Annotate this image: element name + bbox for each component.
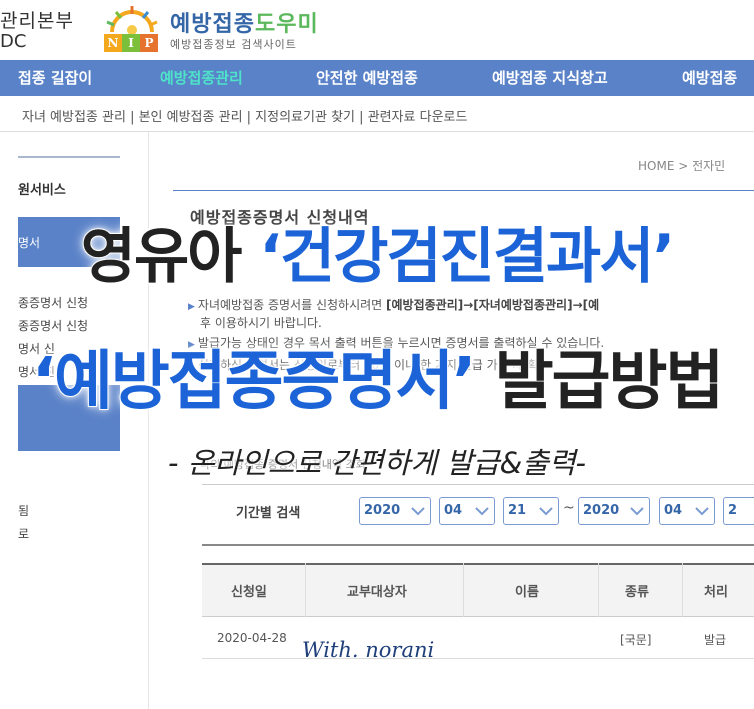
headline-line-2-highlight: ‘예방접종증명서’ (31, 344, 478, 420)
table-row-date: 2020-04-28 (217, 631, 287, 645)
nav-item-vaccination-management[interactable]: 예방접종관리 (160, 60, 243, 96)
column-divider (305, 563, 306, 617)
column-header-recipient[interactable]: 교부대상자 (347, 581, 407, 600)
column-header-date[interactable]: 신청일 (231, 581, 267, 600)
chevron-down-icon (630, 507, 644, 516)
filter-label: 기간별 검색 (236, 506, 301, 521)
triangle-bullet-icon: ▶ (188, 302, 195, 312)
nip-letter-p: P (140, 34, 158, 52)
sub-nav-links[interactable]: 자녀 예방접종 관리 | 본인 예방접종 관리 | 지정의료기관 찾기 | 관련… (22, 106, 467, 125)
from-month-value: 04 (444, 503, 463, 518)
breadcrumb[interactable]: HOME > 전자민 (638, 157, 725, 174)
headline-subtitle: - 온라인으로 간편하게 발급&출력- (167, 446, 587, 480)
chevron-down-icon (695, 507, 709, 516)
to-month-value: 04 (664, 503, 683, 518)
date-range-separator: ~ (563, 500, 575, 516)
from-year-value: 2020 (364, 503, 401, 518)
table-header (202, 563, 754, 617)
notice-bold-1: [예방접종관리]→[자녀예방접종관리]→[예 (386, 298, 600, 312)
main-divider (173, 190, 754, 191)
sidebar-mini-2[interactable]: 로 (18, 525, 29, 542)
agency-code: DC (0, 31, 27, 52)
column-header-name[interactable]: 이름 (515, 581, 539, 600)
site-title[interactable]: 예방접종도우미 (170, 6, 319, 38)
nav-item-guide[interactable]: 접종 길잡이 (18, 60, 92, 96)
signature-watermark: With. norani (302, 638, 435, 662)
to-year-value: 2020 (583, 503, 620, 518)
chevron-down-icon (475, 507, 489, 516)
notice-line-1: ▶ 자녀예방접종 증명서를 신청하시려면 [예방접종관리]→[자녀예방접종관리]→… (188, 296, 599, 313)
nav-item-knowledge[interactable]: 예방접종 지식창고 (492, 60, 608, 96)
chevron-down-icon (411, 507, 425, 516)
chevron-down-icon (539, 507, 553, 516)
to-year-select[interactable]: 2020 (578, 497, 650, 525)
column-divider (463, 563, 464, 617)
table-row-divider (202, 658, 754, 659)
table-row-status[interactable]: 발급 (704, 631, 726, 648)
sidebar-divider (18, 156, 120, 158)
sidebar-mini-1[interactable]: 됨 (18, 502, 29, 519)
column-divider (682, 563, 683, 617)
column-divider (598, 563, 599, 617)
from-month-select[interactable]: 04 (439, 497, 495, 525)
headline-line-2: ‘예방접종증명서’ 발급방법 (0, 330, 754, 422)
nip-logo[interactable]: N I P (104, 34, 158, 52)
site-title-accent: 도우미 (254, 12, 319, 37)
notice-text-2: 후 이용하시기 바랍니다. (200, 316, 322, 330)
nip-letter-n: N (104, 34, 122, 52)
notice-text-1: 자녀예방접종 증명서를 신청하시려면 (197, 298, 387, 312)
from-day-value: 21 (508, 503, 527, 518)
column-header-status[interactable]: 처리 (704, 581, 728, 600)
headline-line-1-highlight: ‘건강검진결과서’ (258, 221, 676, 293)
main-nav: 접종 길잡이 예방접종관리 안전한 예방접종 예방접종 지식창고 예방접종 (0, 60, 754, 96)
notice-line-2: 후 이용하시기 바랍니다. (200, 314, 322, 331)
sun-logo-icon[interactable] (104, 4, 160, 34)
from-day-select[interactable]: 21 (503, 497, 559, 525)
site-subtitle: 예방접종정보 검색사이트 (170, 38, 297, 51)
sidebar-title: 원서비스 (18, 183, 66, 198)
nav-item-more[interactable]: 예방접종 (682, 60, 737, 96)
column-header-kind[interactable]: 종류 (625, 581, 649, 600)
site-title-main: 예방접종 (170, 12, 255, 37)
from-year-select[interactable]: 2020 (359, 497, 431, 525)
to-day-select[interactable]: 2 (723, 497, 754, 525)
to-month-select[interactable]: 04 (659, 497, 715, 525)
headline-line-2-suffix: 발급방법 (474, 344, 726, 420)
nav-item-safe-vaccination[interactable]: 안전한 예방접종 (316, 60, 418, 96)
headline-line-1-prefix: 영유아 (80, 221, 260, 293)
headline-line-1: 영유아 ‘건강검진결과서’ (0, 208, 754, 295)
to-day-value: 2 (728, 503, 738, 518)
sidebar-item-cert-apply-1[interactable]: 종증명서 신청 (18, 294, 88, 311)
nip-letter-i: I (122, 34, 140, 52)
table-row-kind: [국문] (620, 633, 652, 647)
agency-name: 관리본부 (0, 10, 74, 32)
site-header: 관리본부 DC N I P 예방접종도우미 예방접종정보 검색사이트 (0, 0, 754, 60)
sub-nav: 자녀 예방접종 관리 | 본인 예방접종 관리 | 지정의료기관 찾기 | 관련… (0, 96, 754, 132)
